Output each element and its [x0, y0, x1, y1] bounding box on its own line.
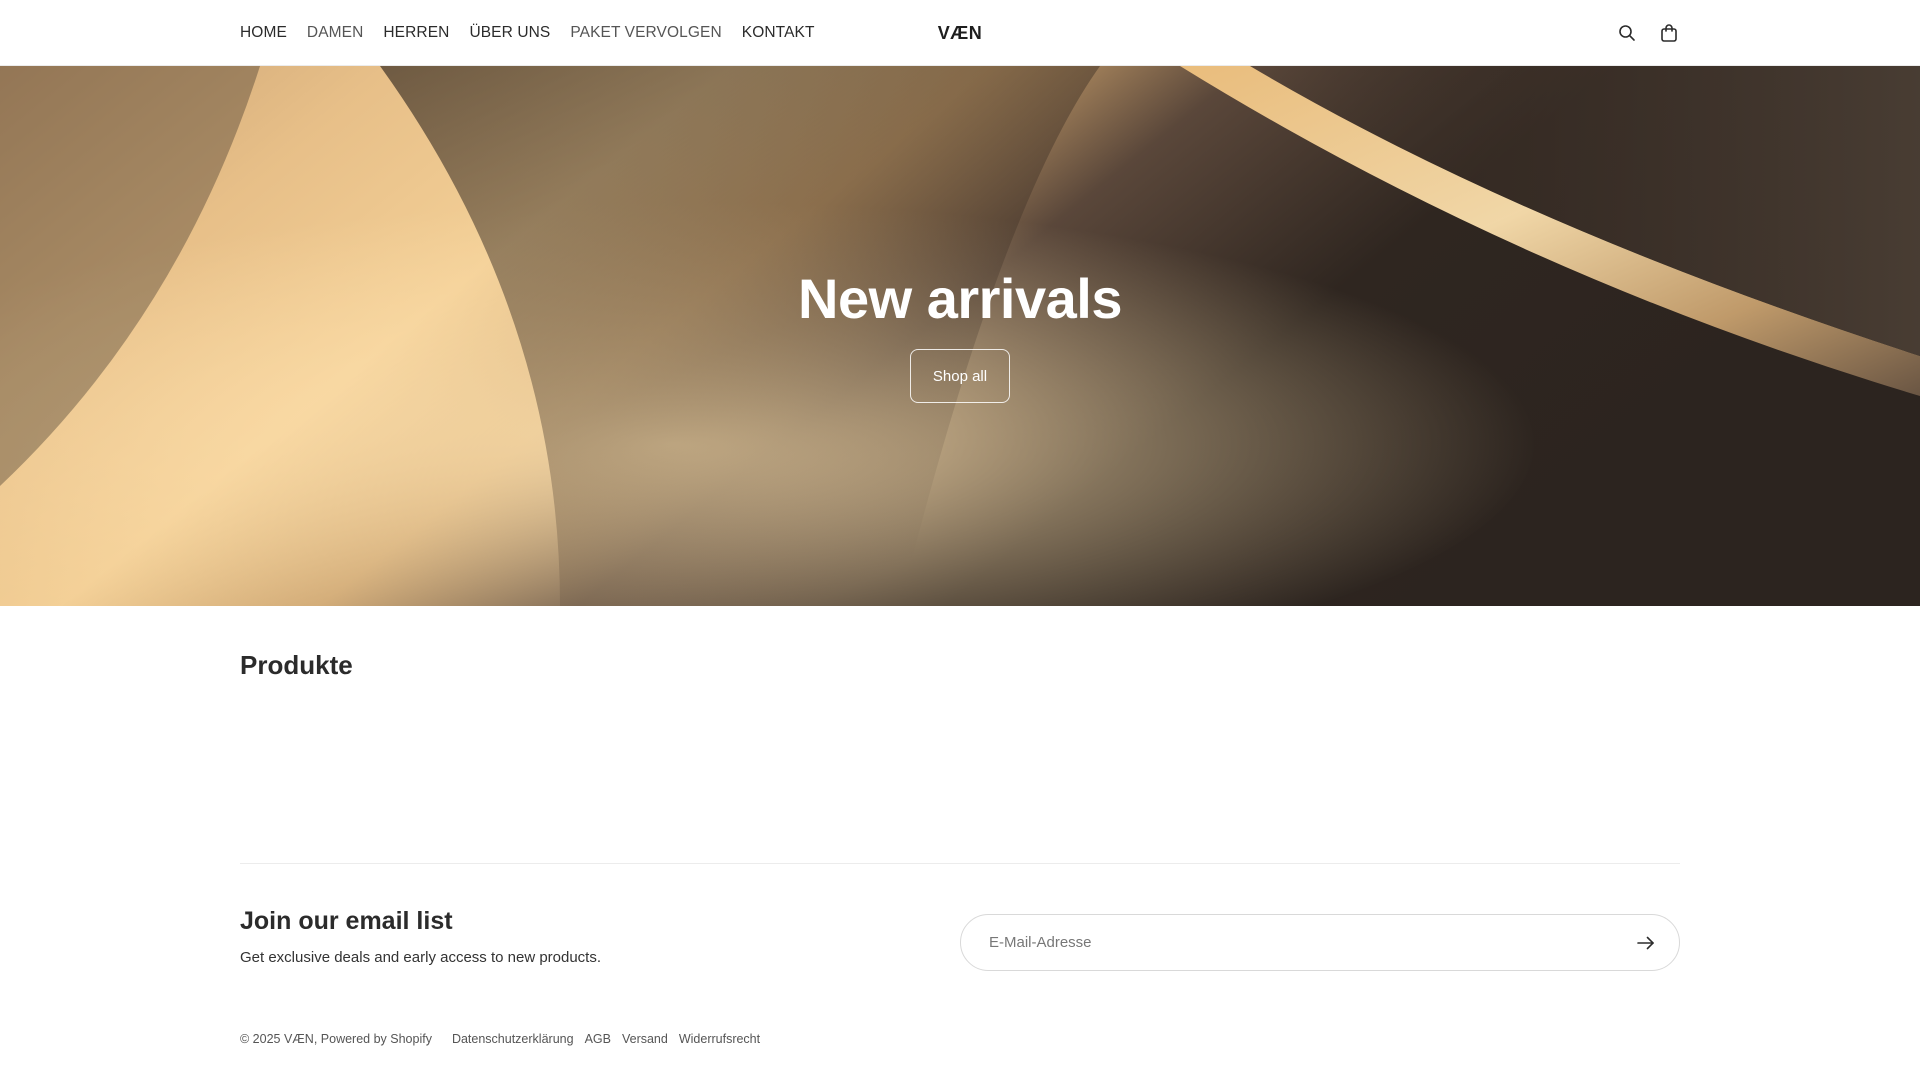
hero-background-image: [0, 66, 1920, 606]
footer-links: Datenschutzerklärung AGB Versand Widerru…: [452, 1032, 760, 1046]
shop-all-button[interactable]: Shop all: [910, 349, 1010, 403]
header-actions: [1616, 0, 1680, 66]
section-divider: [240, 863, 1680, 864]
shopping-bag-icon[interactable]: [1658, 22, 1680, 44]
site-logo[interactable]: VÆN: [938, 0, 983, 66]
nav-item-home[interactable]: HOME: [240, 24, 287, 42]
nav-item-paket-vervolgen[interactable]: PAKET VERVOLGEN: [570, 24, 721, 42]
footer-copyright: © 2025 VÆN, Powered by Shopify: [240, 1032, 432, 1046]
email-input[interactable]: [989, 934, 1631, 951]
newsletter-subtitle: Get exclusive deals and early access to …: [240, 949, 602, 966]
search-icon[interactable]: [1616, 22, 1638, 44]
nav-item-herren[interactable]: HERREN: [383, 24, 449, 42]
site-header: HOME DAMEN HERREN ÜBER UNS PAKET VERVOLG…: [0, 0, 1920, 66]
products-section-title: Produkte: [240, 650, 353, 680]
hero-title: New arrivals: [798, 267, 1122, 330]
site-footer: © 2025 VÆN, Powered by Shopify Datenschu…: [240, 1032, 760, 1046]
nav-item-kontakt[interactable]: KONTAKT: [742, 24, 815, 42]
footer-link-widerrufsrecht[interactable]: Widerrufsrecht: [679, 1032, 760, 1046]
hero-banner: New arrivals Shop all: [0, 66, 1920, 606]
footer-link-datenschutz[interactable]: Datenschutzerklärung: [452, 1032, 574, 1046]
newsletter-form: [960, 914, 1680, 971]
main-nav: HOME DAMEN HERREN ÜBER UNS PAKET VERVOLG…: [240, 0, 815, 66]
footer-link-agb[interactable]: AGB: [585, 1032, 611, 1046]
newsletter-title: Join our email list: [240, 907, 453, 935]
footer-link-versand[interactable]: Versand: [622, 1032, 668, 1046]
nav-item-ueber-uns[interactable]: ÜBER UNS: [469, 24, 550, 42]
nav-item-damen[interactable]: DAMEN: [307, 24, 363, 42]
arrow-right-icon[interactable]: [1631, 928, 1661, 958]
